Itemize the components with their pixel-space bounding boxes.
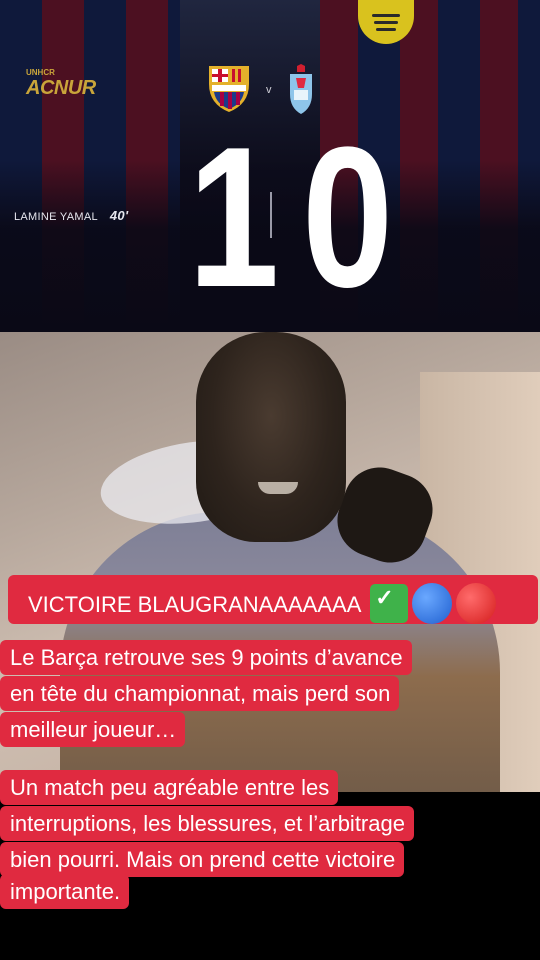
caption-p1-line1: Le Barça retrouve ses 9 points d’avance	[0, 640, 412, 675]
caption-p2-line2: interruptions, les blessures, et l’arbit…	[0, 806, 414, 841]
caption-p2-line4: importante.	[0, 874, 130, 909]
score-divider	[270, 192, 272, 238]
away-score: 0	[302, 106, 394, 329]
blue-circle-icon	[412, 583, 453, 624]
scoreboard-panel: UNHCR ACNUR v 1 0 LAMINE YAMAL 40'	[0, 0, 540, 332]
caption-headline: VICTOIRE BLAUGRANAAAAAAA	[8, 575, 538, 624]
person-head	[196, 332, 346, 542]
person-smile	[258, 482, 298, 494]
sponsor-name: ACNUR	[26, 77, 96, 99]
vs-label: v	[266, 84, 272, 96]
headline-text: VICTOIRE BLAUGRANAAAAAAA	[28, 592, 361, 618]
caption-p1-line2: en tête du championnat, mais perd son	[0, 676, 400, 711]
sponsor-tag: UNHCR	[26, 68, 55, 77]
home-score: 1	[188, 106, 280, 329]
caption-p2-line1: Un match peu agréable entre les	[0, 770, 339, 805]
caption-p1-line3: meilleur joueur…	[0, 712, 186, 747]
red-circle-icon	[456, 583, 497, 624]
goal-scorer: LAMINE YAMAL 40'	[14, 208, 128, 223]
scorer-minute: 40'	[109, 208, 129, 223]
sponsor-logo: UNHCR ACNUR	[26, 68, 96, 100]
scorer-name: LAMINE YAMAL	[14, 211, 98, 223]
caption-p2-line3: bien pourri. Mais on prend cette victoir…	[0, 842, 405, 877]
check-mark-icon	[370, 583, 409, 623]
